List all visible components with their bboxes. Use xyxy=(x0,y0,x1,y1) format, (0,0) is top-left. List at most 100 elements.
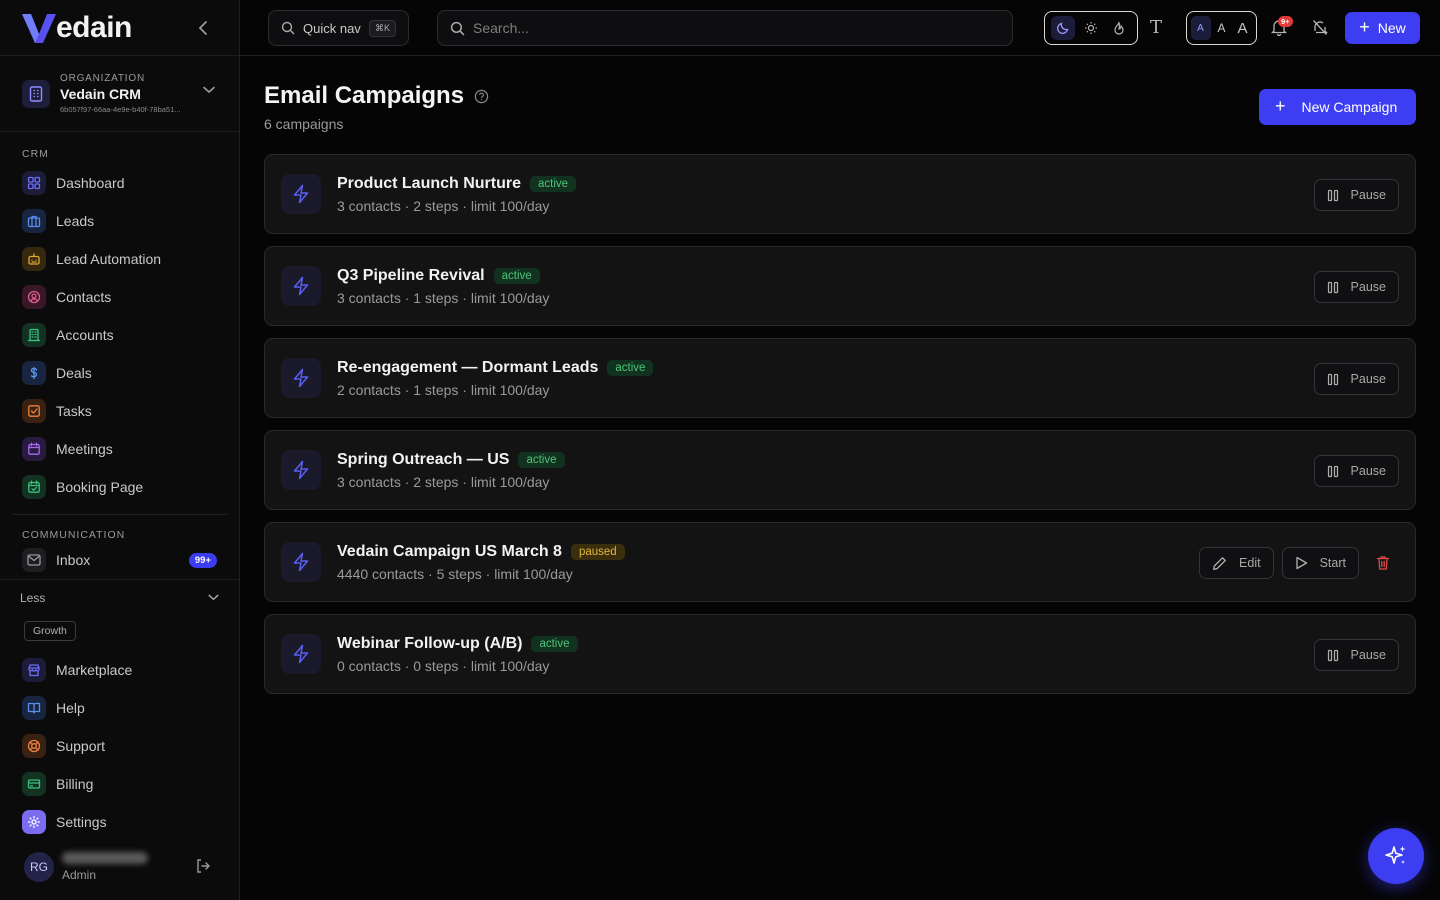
pause-campaign-button[interactable]: Pause xyxy=(1313,271,1399,303)
sidebar-item-label: Billing xyxy=(56,776,94,792)
quick-nav-button[interactable]: Quick nav ⌘K xyxy=(268,10,409,46)
new-button-label: New xyxy=(1377,20,1406,36)
campaign-icon xyxy=(281,542,321,582)
text-size-small[interactable]: A xyxy=(1190,16,1211,40)
campaign-name[interactable]: Spring Outreach — US xyxy=(337,451,509,469)
org-kicker: ORGANIZATION xyxy=(60,73,145,84)
campaign-icon xyxy=(281,358,321,398)
pause-icon xyxy=(1327,281,1338,293)
sidebar-item-dashboard[interactable]: Dashboard xyxy=(0,164,239,202)
campaign-name[interactable]: Re-engagement — Dormant Leads xyxy=(337,359,598,377)
campaign-name[interactable]: Product Launch Nurture xyxy=(337,175,521,193)
status-badge: active xyxy=(531,635,578,652)
lifebuoy-icon xyxy=(22,734,46,758)
campaign-name[interactable]: Vedain Campaign US March 8 xyxy=(337,543,562,561)
delete-campaign-button[interactable] xyxy=(1367,547,1399,579)
sparkles-icon xyxy=(1385,846,1406,864)
org-switcher[interactable]: ORGANIZATION Vedain CRM 6b057f97-66aa-4e… xyxy=(0,56,239,132)
brand-logo[interactable]: edain xyxy=(20,11,132,45)
sidebar-item-booking-page[interactable]: Booking Page xyxy=(0,468,239,506)
sidebar-item-meetings[interactable]: Meetings xyxy=(0,430,239,468)
help-circle-icon[interactable] xyxy=(474,89,489,104)
theme-dark-button[interactable] xyxy=(1051,16,1075,40)
campaign-card[interactable]: Webinar Follow-up (A/B) active 0 contacts … xyxy=(264,614,1416,694)
bell-off-icon[interactable] xyxy=(1312,19,1328,36)
logo-text: edain xyxy=(56,10,132,44)
new-campaign-button[interactable]: + New Campaign xyxy=(1259,89,1416,125)
sidebar-item-help[interactable]: Help xyxy=(0,689,239,727)
edit-campaign-button[interactable]: Edit xyxy=(1199,547,1274,579)
crm-section-label: CRM xyxy=(22,148,49,160)
sidebar-item-contacts[interactable]: Contacts xyxy=(0,278,239,316)
campaign-card[interactable]: Re-engagement — Dormant Leads active 2 con… xyxy=(264,338,1416,418)
start-campaign-button[interactable]: Start xyxy=(1281,547,1359,579)
book-icon xyxy=(22,696,46,720)
campaign-name[interactable]: Q3 Pipeline Revival xyxy=(337,267,485,285)
more-nav: Marketplace Help Support Billing Settings xyxy=(0,651,239,841)
growth-tag: Growth xyxy=(24,621,76,641)
sidebar-item-lead-automation[interactable]: Lead Automation xyxy=(0,240,239,278)
ai-assistant-button[interactable] xyxy=(1368,828,1424,884)
new-button[interactable]: + New xyxy=(1345,12,1420,44)
sidebar-item-label: Dashboard xyxy=(56,175,125,191)
campaign-actions: Edit Start xyxy=(1199,547,1399,579)
theme-light-button[interactable] xyxy=(1079,16,1103,40)
chevron-left-icon xyxy=(198,21,207,35)
pause-campaign-button[interactable]: Pause xyxy=(1313,179,1399,211)
sidebar-item-accounts[interactable]: Accounts xyxy=(0,316,239,354)
dollar-icon xyxy=(22,361,46,385)
campaign-actions: Pause xyxy=(1313,179,1399,211)
sidebar-item-deals[interactable]: Deals xyxy=(0,354,239,392)
collapse-sidebar-button[interactable] xyxy=(193,18,213,38)
sidebar-item-label: Tasks xyxy=(56,403,92,419)
inbox-count-badge: 99+ xyxy=(188,553,217,568)
sidebar-item-billing[interactable]: Billing xyxy=(0,765,239,803)
search-bar xyxy=(437,10,1013,46)
sidebar-item-label: Meetings xyxy=(56,441,113,457)
sidebar-item-label: Support xyxy=(56,738,106,754)
sidebar-item-inbox[interactable]: Inbox 99+ xyxy=(0,541,239,579)
pause-campaign-button[interactable]: Pause xyxy=(1313,639,1399,671)
text-size-switcher: A A A xyxy=(1186,11,1257,45)
gear-icon xyxy=(22,810,46,834)
status-badge: active xyxy=(530,175,577,192)
sidebar-item-leads[interactable]: Leads xyxy=(0,202,239,240)
show-less-toggle[interactable]: Less xyxy=(0,579,239,615)
campaign-name[interactable]: Webinar Follow-up (A/B) xyxy=(337,635,522,653)
pencil-icon xyxy=(1213,556,1226,570)
text-size-medium[interactable]: A xyxy=(1212,16,1232,40)
sidebar-item-support[interactable]: Support xyxy=(0,727,239,765)
avatar: RG xyxy=(24,852,54,882)
theme-switcher xyxy=(1044,11,1138,45)
pause-campaign-button[interactable]: Pause xyxy=(1313,455,1399,487)
user-profile[interactable]: RG Admin xyxy=(0,834,239,900)
logo-row: edain xyxy=(0,0,239,56)
logout-icon[interactable] xyxy=(195,858,211,874)
campaign-actions: Pause xyxy=(1313,639,1399,671)
campaign-card[interactable]: Product Launch Nurture active 3 contacts ·… xyxy=(264,154,1416,234)
sidebar-item-marketplace[interactable]: Marketplace xyxy=(0,651,239,689)
zap-icon xyxy=(293,460,309,480)
status-badge: active xyxy=(493,267,540,284)
theme-warm-button[interactable] xyxy=(1107,16,1131,40)
search-input[interactable] xyxy=(473,20,973,36)
campaign-card[interactable]: Q3 Pipeline Revival active 3 contacts · 1 … xyxy=(264,246,1416,326)
pause-label: Pause xyxy=(1350,372,1386,386)
quick-nav-shortcut: ⌘K xyxy=(368,19,396,37)
sidebar-item-label: Marketplace xyxy=(56,662,133,678)
text-size-large[interactable]: A xyxy=(1233,16,1253,40)
sidebar-item-tasks[interactable]: Tasks xyxy=(0,392,239,430)
campaign-icon xyxy=(281,174,321,214)
page-title: Email Campaigns xyxy=(264,82,489,110)
sidebar-item-label: Lead Automation xyxy=(56,251,162,267)
sidebar-item-label: Contacts xyxy=(56,289,112,305)
font-toggle-button[interactable]: T xyxy=(1150,17,1162,38)
zap-icon xyxy=(293,276,309,296)
campaign-actions: Pause xyxy=(1313,271,1399,303)
zap-icon xyxy=(293,552,309,572)
campaign-card[interactable]: Spring Outreach — US active 3 contacts · 2… xyxy=(264,430,1416,510)
pause-campaign-button[interactable]: Pause xyxy=(1313,363,1399,395)
zap-icon xyxy=(293,368,309,388)
campaign-card[interactable]: Vedain Campaign US March 8 paused 4440 con… xyxy=(264,522,1416,602)
pause-label: Pause xyxy=(1350,464,1386,478)
